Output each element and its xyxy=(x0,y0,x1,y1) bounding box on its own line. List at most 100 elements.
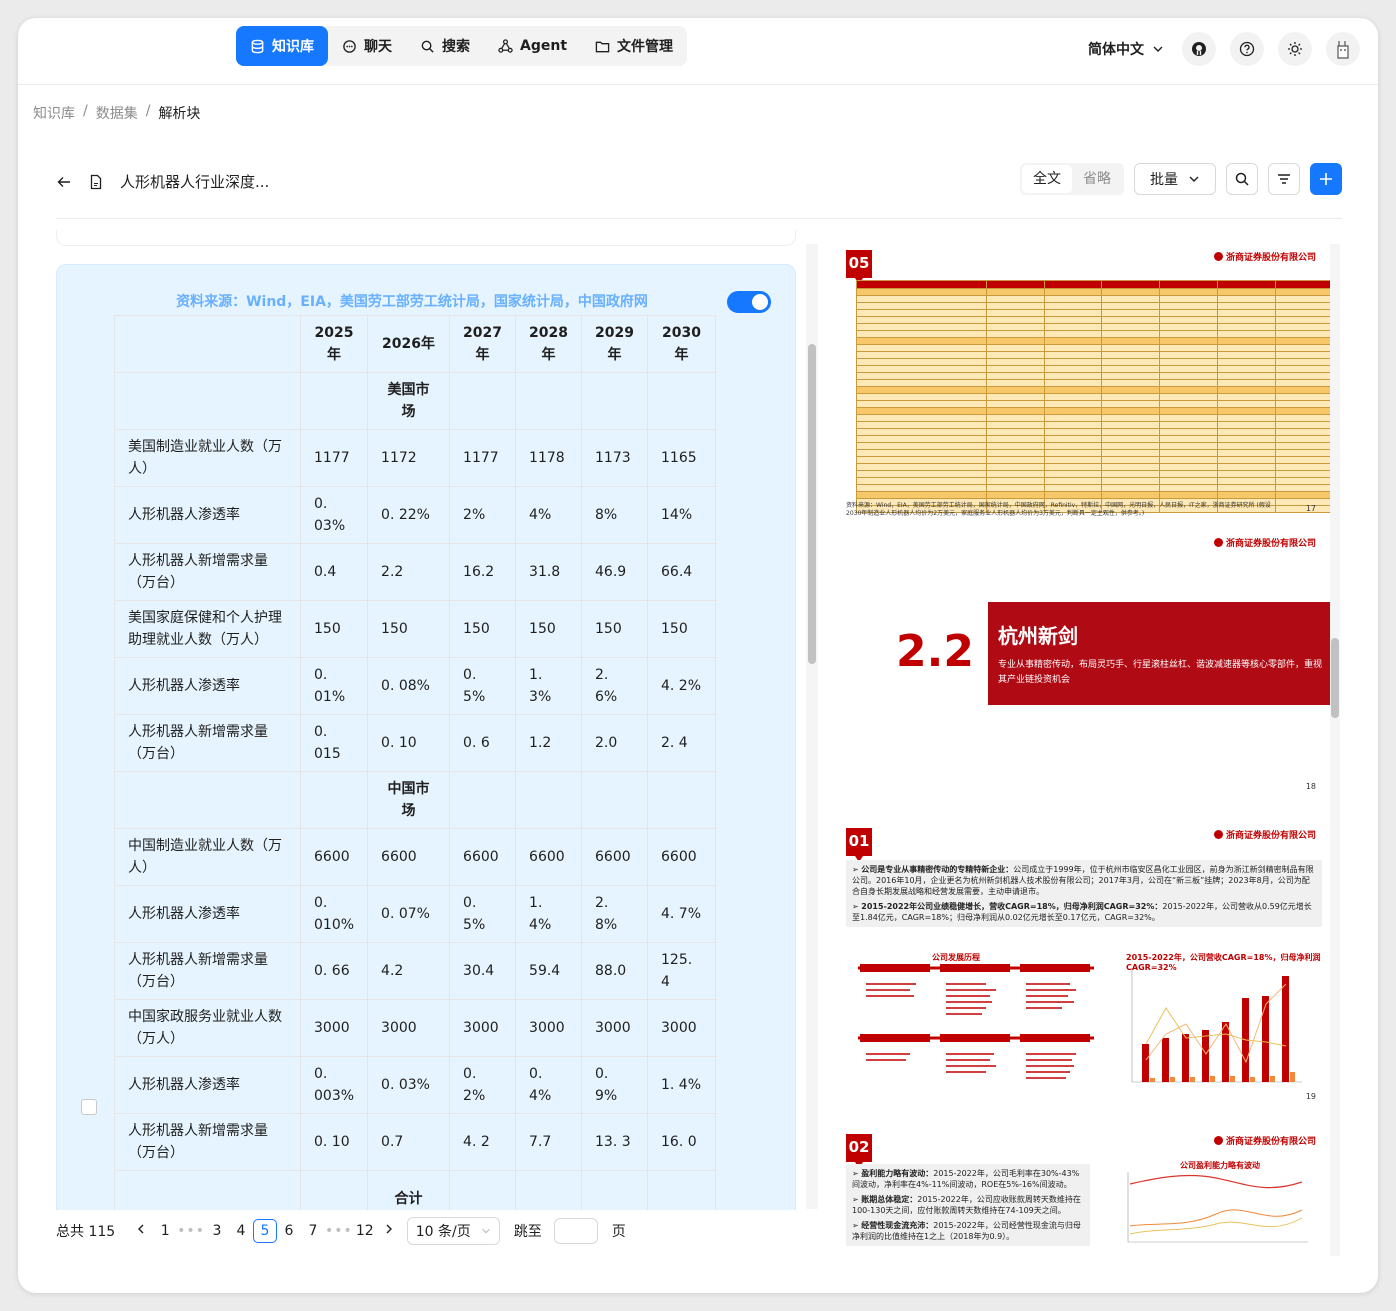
pdf-preview[interactable]: 05 浙商证券股份有限公司 资料来源：Wind，EIA，美国劳工部劳工统计局，国… xyxy=(836,244,1330,1256)
page-section-number: 02 xyxy=(846,1134,872,1168)
table-header-cell: 2027年 xyxy=(449,315,517,373)
next-page-button[interactable] xyxy=(377,1223,401,1239)
table-cell: 0. 003% xyxy=(299,1056,369,1114)
nav-knowledge-base[interactable]: 知识库 xyxy=(236,26,328,66)
pdf-table-row xyxy=(856,456,1330,464)
pdf-table-cell xyxy=(985,421,1045,429)
pdf-table-cell xyxy=(1159,400,1219,408)
breadcrumb-knowledge-base[interactable]: 知识库 xyxy=(33,103,75,123)
table-cell: 2.2 xyxy=(367,543,451,601)
pdf-table-cell xyxy=(1275,484,1330,492)
summary-box: ➢ 公司是专业从事精密传动的专精特新企业：公司成立于1999年，位于杭州市临安区… xyxy=(846,860,1322,927)
previous-chunk-card[interactable] xyxy=(56,230,796,246)
table-cell: 3000 xyxy=(367,999,451,1057)
pdf-table-cell xyxy=(1159,386,1219,394)
pdf-table-cell xyxy=(1101,330,1161,338)
chunk-enable-switch[interactable] xyxy=(727,291,771,313)
table-row: 人形机器人渗透率 0. 01% 0. 08% 0. 5% 1. 3% 2. 6% 4. 2% xyxy=(114,657,716,715)
filter-lines-icon xyxy=(1278,174,1290,184)
revenue-profit-chart xyxy=(1131,968,1302,1083)
jump-page-input[interactable] xyxy=(553,1218,598,1244)
pdf-table-cell xyxy=(1043,372,1103,380)
page-number-7[interactable]: 7 xyxy=(301,1223,325,1239)
row-label: 人形机器人渗透率 xyxy=(114,1056,301,1114)
pdf-table-cell xyxy=(856,358,987,366)
filter-button[interactable] xyxy=(1268,163,1300,195)
row-label: 人形机器人新增需求量（万台） xyxy=(114,543,301,601)
breadcrumb-separator: / xyxy=(145,103,151,119)
toolbar-actions: 全文 省略 批量 xyxy=(1020,163,1342,195)
page-number-12[interactable]: 12 xyxy=(353,1223,377,1239)
add-chunk-button[interactable] xyxy=(1310,163,1342,195)
page-ellipsis[interactable]: ••• xyxy=(325,1223,353,1239)
page-ellipsis[interactable]: ••• xyxy=(177,1223,205,1239)
pdf-table-cell xyxy=(1159,449,1219,457)
pdf-table-cell xyxy=(856,435,987,443)
plus-icon xyxy=(1320,173,1332,185)
document-title-area: 人形机器人行业深度... xyxy=(56,171,269,192)
help-button[interactable] xyxy=(1230,32,1264,66)
chevron-left-icon xyxy=(138,1224,144,1234)
table-cell: 2% xyxy=(449,486,517,544)
back-arrow-icon[interactable] xyxy=(56,174,72,190)
table-cell: 6600 xyxy=(581,828,648,886)
table-cell: 0. 66 xyxy=(299,942,369,1000)
chunk-list-scroll-thumb[interactable] xyxy=(808,344,816,664)
page-number-6[interactable]: 6 xyxy=(277,1223,301,1239)
breadcrumb-dataset[interactable]: 数据集 xyxy=(96,103,138,123)
table-cell: 0. 07% xyxy=(367,885,451,943)
pdf-table-cell xyxy=(985,323,1045,331)
pdf-table-cell xyxy=(1217,330,1277,338)
pdf-table-cell xyxy=(985,288,1045,296)
page-number-1[interactable]: 1 xyxy=(153,1223,177,1239)
page-number-5[interactable]: 5 xyxy=(252,1219,277,1243)
theme-toggle-button[interactable] xyxy=(1278,32,1312,66)
page-number-3[interactable]: 3 xyxy=(205,1223,229,1239)
table-cell: 0. 03% xyxy=(299,486,369,544)
search-button[interactable] xyxy=(1226,163,1258,195)
pdf-scrollbar[interactable] xyxy=(1330,244,1340,1256)
pdf-table-cell xyxy=(1159,379,1219,387)
pdf-table-row xyxy=(856,442,1330,450)
page-number-4[interactable]: 4 xyxy=(229,1223,253,1239)
table-cell: 3000 xyxy=(299,999,369,1057)
github-button[interactable] xyxy=(1182,32,1216,66)
folder-icon xyxy=(595,41,610,52)
nav-search[interactable]: 搜索 xyxy=(406,26,484,66)
table-cell: 0. 01% xyxy=(299,657,369,715)
table-cell: 1173 xyxy=(581,429,648,487)
pdf-table-cell xyxy=(1159,316,1219,324)
pdf-table-cell xyxy=(1275,330,1330,338)
row-label: 美国制造业就业人数（万人） xyxy=(114,429,301,487)
breadcrumb: 知识库 / 数据集 / 解析块 xyxy=(33,103,200,123)
pdf-table-cell xyxy=(985,428,1045,436)
pdf-table-row xyxy=(856,449,1330,457)
row-label: 人形机器人新增需求量（万台） xyxy=(114,1113,301,1171)
prev-page-button[interactable] xyxy=(129,1223,153,1239)
language-select[interactable]: 简体中文 xyxy=(1088,39,1164,59)
pdf-table-cell xyxy=(1101,407,1161,415)
view-full-option[interactable]: 全文 xyxy=(1022,165,1072,193)
pdf-table-cell xyxy=(1043,414,1103,422)
nav-file-manager[interactable]: 文件管理 xyxy=(581,26,687,66)
pdf-table-cell xyxy=(1101,280,1161,289)
table-cell: 150 xyxy=(449,600,517,658)
chunk-select-checkbox[interactable] xyxy=(81,1099,97,1115)
table-cell: 0. 08% xyxy=(367,657,451,715)
pdf-table-cell xyxy=(1043,442,1103,450)
page-size-select[interactable]: 10 条/页 xyxy=(406,1217,500,1245)
nav-chat[interactable]: 聊天 xyxy=(328,26,406,66)
chunk-card[interactable]: 资料来源：Wind，EIA，美国劳工部劳工统计局，国家统计局，中国政府网 202… xyxy=(56,264,796,1210)
batch-dropdown[interactable]: 批量 xyxy=(1134,163,1216,195)
user-avatar[interactable] xyxy=(1326,32,1360,66)
table-header-cell: 2025年 xyxy=(299,315,369,373)
nav-agent[interactable]: Agent xyxy=(484,26,581,66)
pdf-table-cell xyxy=(1043,280,1103,289)
pdf-table-cell xyxy=(1101,379,1161,387)
pdf-scroll-thumb[interactable] xyxy=(1331,638,1339,718)
pdf-table-cell xyxy=(1217,295,1277,303)
view-brief-option[interactable]: 省略 xyxy=(1072,165,1122,193)
pdf-table-cell xyxy=(1101,491,1161,499)
table-cell: 66.4 xyxy=(647,543,716,601)
profitability-chart xyxy=(1127,1172,1308,1243)
